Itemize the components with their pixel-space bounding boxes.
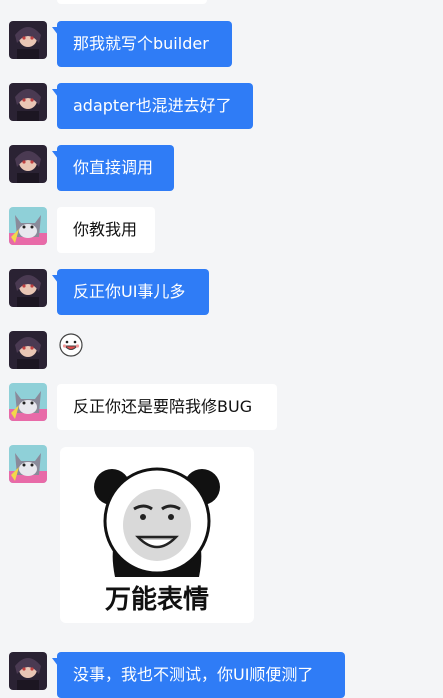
friend-avatar[interactable]	[9, 445, 47, 483]
chat-message-list[interactable]: 那我就写个builder adapter也混进去好了 你直接调用 你教我用 反正…	[0, 0, 443, 698]
message-bubble[interactable]: 反正你UI事儿多	[52, 269, 209, 315]
sticker-caption: 万能表情	[104, 585, 209, 615]
panda-meme-sticker-icon	[94, 467, 220, 577]
grinning-face-emoji-icon[interactable]	[58, 332, 84, 358]
my-avatar[interactable]	[9, 652, 47, 690]
message-bubble[interactable]: 反正你还是要陪我修BUG	[57, 384, 277, 430]
message-bubble[interactable]: 你教我用	[57, 207, 155, 253]
my-avatar[interactable]	[9, 83, 47, 121]
panda-meme-sticker[interactable]: 万能表情	[60, 447, 254, 623]
my-avatar[interactable]	[9, 269, 47, 307]
message-bubble[interactable]: 没事，我也不测试，你UI顺便测了	[52, 652, 345, 698]
previous-message-bubble-edge	[57, 0, 207, 4]
message-bubble[interactable]: 那我就写个builder	[52, 21, 232, 67]
my-avatar[interactable]	[9, 331, 47, 369]
my-avatar[interactable]	[9, 145, 47, 183]
message-bubble[interactable]: adapter也混进去好了	[52, 83, 253, 129]
friend-avatar[interactable]	[9, 383, 47, 421]
my-avatar[interactable]	[9, 21, 47, 59]
message-bubble[interactable]: 你直接调用	[52, 145, 174, 191]
friend-avatar[interactable]	[9, 207, 47, 245]
